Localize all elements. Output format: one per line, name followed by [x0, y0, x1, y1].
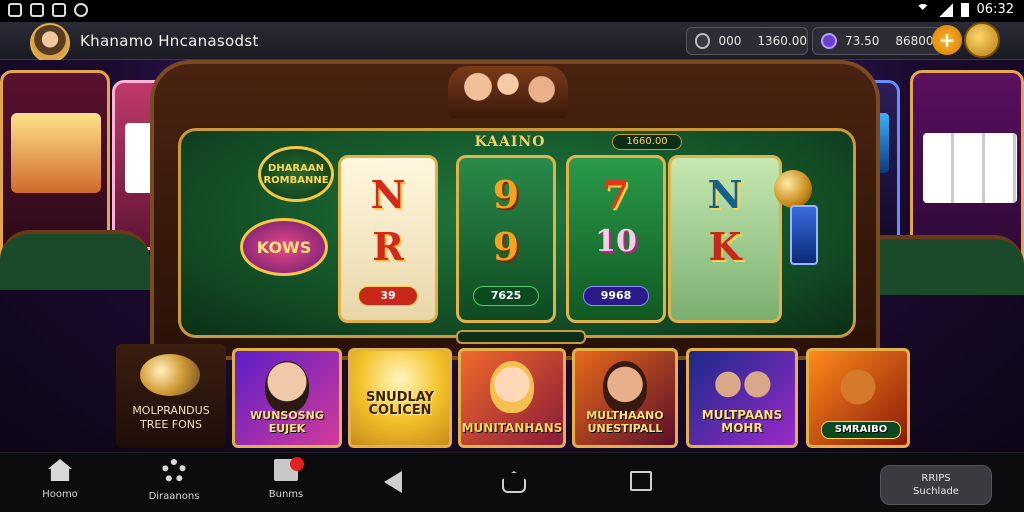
globe-icon: [74, 3, 88, 17]
reel-symbol: N: [707, 172, 743, 217]
promo-text-line: TREE FONS: [140, 418, 202, 431]
reel-symbol: R: [372, 224, 404, 269]
game-logo-badge[interactable]: DHARAAN ROMBANNE: [258, 146, 334, 202]
side-action-sublabel: Suchlade: [913, 486, 959, 497]
gem-balance-value-a: 73.50: [845, 34, 880, 48]
reel-3[interactable]: 7 10 9968: [566, 155, 666, 323]
machine-title: KAAINO: [474, 134, 546, 150]
nav-bonus[interactable]: Bunms: [246, 459, 326, 500]
game-card[interactable]: SMRAIBO: [806, 348, 910, 448]
dog-character-icon: [836, 361, 880, 413]
gem-icon: [821, 33, 837, 49]
add-currency-button[interactable]: +: [932, 25, 962, 55]
screenshot-icon: [30, 3, 44, 17]
coin-tray: [456, 330, 586, 344]
game-card-title: SNUDLAY COLICEN: [365, 390, 435, 418]
reel-value-label: 39: [358, 286, 418, 306]
game-card-title: MULTHAANO UNESTIPALL: [586, 409, 664, 435]
game-card-title: SMRAIBO: [821, 421, 901, 439]
status-bar-left-icons: [8, 3, 88, 17]
gear-icon: [162, 459, 186, 483]
game-cards-row: MOLPRANDUS TREE FONS WUNSOSNG EUJEK SNUD…: [0, 344, 1024, 452]
side-action-label: RRIPS: [921, 473, 951, 484]
character-portrait-icon: [490, 361, 534, 413]
promo-text-line: MOLPRANDUS: [132, 404, 210, 417]
status-bar: 06:32: [0, 0, 1024, 22]
reel-symbol: K: [708, 224, 742, 269]
game-card[interactable]: MULTHAANO UNESTIPALL: [572, 348, 678, 448]
machine-topper-characters: [448, 66, 568, 118]
reel-symbol: 10: [595, 224, 637, 259]
gem-balance[interactable]: 73.50 86800: [812, 27, 942, 55]
character-portrait-icon: [603, 361, 647, 413]
horn-icon: [140, 354, 200, 396]
game-card-title: MUNITANHANS: [461, 421, 563, 435]
game-card-title: MULTPAANS MOHR: [701, 408, 783, 435]
back-icon[interactable]: [384, 471, 402, 493]
avatar[interactable]: [30, 23, 70, 63]
coin-balance-value-a: 000: [718, 34, 742, 48]
reel-value-label: 9968: [583, 286, 649, 306]
reel-value-label: 7625: [473, 286, 539, 306]
coin-balance[interactable]: 000 1360.00: [686, 27, 808, 55]
signal-icon: [938, 2, 953, 17]
reel-symbol: 9: [492, 172, 520, 217]
game-card[interactable]: MULTPAANS MOHR: [686, 348, 798, 448]
coin-icon: [695, 33, 711, 49]
character-portrait-icon: [707, 361, 777, 413]
game-card[interactable]: SNUDLAY COLICEN: [348, 348, 452, 448]
recent-apps-icon[interactable]: [630, 471, 652, 491]
vip-medal-icon[interactable]: [964, 22, 1000, 58]
gallery-icon: [52, 3, 66, 17]
wifi-icon: [914, 3, 931, 16]
game-card[interactable]: MUNITANHANS: [458, 348, 566, 448]
top-header: Khanamo Hncanasodst 000 1360.00 73.50 86…: [0, 22, 1024, 63]
reel-1[interactable]: N R 39: [338, 155, 438, 323]
kows-logo-badge[interactable]: KOWS: [240, 218, 328, 276]
character-portrait-icon: [265, 361, 309, 413]
notification-badge: [290, 457, 304, 471]
system-home-icon[interactable]: [502, 471, 526, 493]
spin-lever-knob-icon[interactable]: [774, 170, 812, 208]
promo-text: MOLPRANDUS TREE FONS: [116, 404, 226, 432]
side-action-button[interactable]: RRIPS Suchlade: [880, 465, 992, 505]
nav-home[interactable]: Hoomo: [20, 459, 100, 500]
nav-settings[interactable]: Diraanons: [134, 459, 214, 502]
notification-icon: [8, 3, 22, 17]
game-card-title: WUNSOSNG EUJEK: [250, 409, 324, 435]
nav-settings-label: Diraanons: [148, 491, 200, 502]
background-table: [0, 230, 150, 290]
home-icon: [48, 459, 72, 481]
reel-symbol: 9: [492, 224, 520, 269]
reel-symbol: 7: [602, 172, 630, 217]
game-card[interactable]: WUNSOSNG EUJEK: [232, 348, 342, 448]
nav-home-label: Hoomo: [42, 489, 78, 500]
reel-2[interactable]: 9 9 7625: [456, 155, 556, 323]
status-bar-right: 06:32: [914, 2, 1014, 17]
clock: 06:32: [976, 2, 1014, 17]
reel-symbol: N: [370, 172, 406, 217]
promo-card[interactable]: MOLPRANDUS TREE FONS: [116, 344, 226, 448]
player-name: Khanamo Hncanasodst: [80, 32, 259, 50]
coin-balance-value-b: 1360.00: [757, 34, 807, 48]
jackpot-badge: 1660.00: [612, 134, 682, 150]
nav-bonus-label: Bunms: [268, 489, 304, 500]
gem-balance-value-b: 86800: [895, 34, 934, 48]
spin-lever-handle[interactable]: [790, 205, 818, 265]
reel-4[interactable]: N K: [668, 155, 782, 323]
bottom-navigation: Hoomo Diraanons Bunms RRIPS Suchlade: [0, 452, 1024, 512]
battery-icon: [960, 2, 969, 17]
